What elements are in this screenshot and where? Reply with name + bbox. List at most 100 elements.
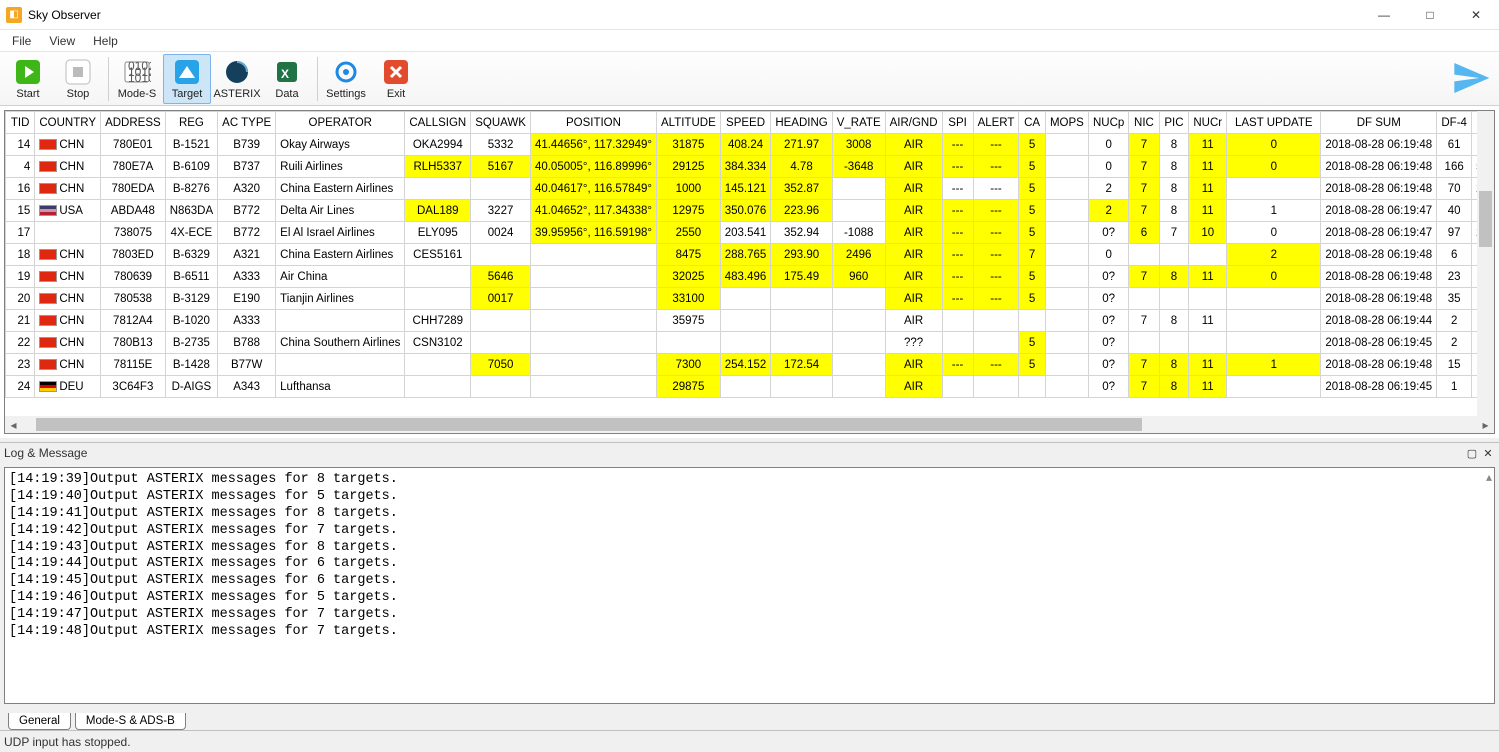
- col-header[interactable]: DF-4: [1437, 112, 1472, 134]
- maximize-button[interactable]: □: [1407, 0, 1453, 30]
- cell-vr: [832, 376, 885, 398]
- minimize-button[interactable]: —: [1361, 0, 1407, 30]
- table-row[interactable]: 24DEU3C64F3D-AIGSA343Lufthansa29875AIR0?…: [6, 376, 1494, 398]
- col-header[interactable]: AC TYPE: [218, 112, 276, 134]
- col-header[interactable]: CA: [1019, 112, 1045, 134]
- vertical-scrollbar[interactable]: [1477, 111, 1494, 416]
- stop-button[interactable]: Stop: [54, 54, 102, 104]
- horizontal-scrollbar[interactable]: ◂ ▸: [5, 416, 1494, 433]
- col-header[interactable]: PIC: [1159, 112, 1189, 134]
- tab-modes-adsb[interactable]: Mode-S & ADS-B: [75, 713, 186, 730]
- menu-help[interactable]: Help: [85, 32, 126, 50]
- cell-cs: [405, 288, 471, 310]
- cell-reg: B-6329: [165, 244, 217, 266]
- status-bar: UDP input has stopped.: [0, 730, 1499, 752]
- table-row[interactable]: 14CHN780E01B-1521B739Okay AirwaysOKA2994…: [6, 134, 1494, 156]
- table-row[interactable]: 19CHN780639B-6511A333Air China5646320254…: [6, 266, 1494, 288]
- col-header[interactable]: SPEED: [720, 112, 771, 134]
- col-header[interactable]: HEADING: [771, 112, 832, 134]
- col-header[interactable]: TID: [6, 112, 35, 134]
- table-row[interactable]: 22CHN780B13B-2735B788China Southern Airl…: [6, 332, 1494, 354]
- col-header[interactable]: LAST UPDATE: [1227, 112, 1321, 134]
- col-header[interactable]: NUCr: [1189, 112, 1227, 134]
- col-header[interactable]: COUNTRY: [35, 112, 101, 134]
- tab-general[interactable]: General: [8, 713, 71, 730]
- cell-pic: 8: [1159, 200, 1189, 222]
- cell-pos: 41.04652°, 117.34338°: [530, 200, 656, 222]
- col-header[interactable]: POSITION: [530, 112, 656, 134]
- cell-sq: 3227: [471, 200, 531, 222]
- col-header[interactable]: ALERT: [973, 112, 1019, 134]
- cell-nucr2: [1227, 288, 1321, 310]
- start-button[interactable]: Start: [4, 54, 52, 104]
- asterix-button[interactable]: ASTERIX: [213, 54, 261, 104]
- cell-spi: [942, 376, 973, 398]
- start-icon: [12, 58, 44, 86]
- table-row[interactable]: 23CHN78115EB-1428B77W70507300254.152172.…: [6, 354, 1494, 376]
- col-header[interactable]: MOPS: [1045, 112, 1088, 134]
- cell-pos: [530, 288, 656, 310]
- cell-pic: 8: [1159, 156, 1189, 178]
- target-button[interactable]: Target: [163, 54, 211, 104]
- table-row[interactable]: 4CHN780E7AB-6109B737Ruili AirlinesRLH533…: [6, 156, 1494, 178]
- col-header[interactable]: SPI: [942, 112, 973, 134]
- log-close-icon[interactable]: ✕: [1481, 446, 1495, 460]
- data-button[interactable]: XData: [263, 54, 311, 104]
- scroll-up-icon[interactable]: ▴: [1486, 470, 1492, 484]
- col-header[interactable]: ADDRESS: [101, 112, 166, 134]
- table-row[interactable]: 20CHN780538B-3129E190Tianjin Airlines001…: [6, 288, 1494, 310]
- col-header[interactable]: SQUAWK: [471, 112, 531, 134]
- target-grid[interactable]: TIDCOUNTRYADDRESSREGAC TYPEOPERATORCALLS…: [5, 111, 1494, 398]
- table-row[interactable]: 21CHN7812A4B-1020A333CHH728935975AIR0?78…: [6, 310, 1494, 332]
- col-header[interactable]: NUCp: [1088, 112, 1128, 134]
- cell-ca: 5: [1019, 332, 1045, 354]
- col-header[interactable]: V_RATE: [832, 112, 885, 134]
- col-header[interactable]: CALLSIGN: [405, 112, 471, 134]
- cell-sq: [471, 178, 531, 200]
- col-header[interactable]: REG: [165, 112, 217, 134]
- cell-alt: 7300: [657, 354, 721, 376]
- log-body[interactable]: [14:19:39]Output ASTERIX messages for 8 …: [4, 467, 1495, 704]
- cell-spd: [720, 376, 771, 398]
- table-row[interactable]: 15USAABDA48N863DAB772Delta Air LinesDAL1…: [6, 200, 1494, 222]
- cell-mops: [1045, 222, 1088, 244]
- dock-icon[interactable]: ▢: [1465, 446, 1479, 460]
- cell-hdg: 352.87: [771, 178, 832, 200]
- cell-alt: 8475: [657, 244, 721, 266]
- col-header[interactable]: OPERATOR: [276, 112, 405, 134]
- app-icon: ◧: [6, 7, 22, 23]
- close-button[interactable]: ✕: [1453, 0, 1499, 30]
- col-header[interactable]: AIR/GND: [885, 112, 942, 134]
- col-header[interactable]: NIC: [1129, 112, 1159, 134]
- menu-view[interactable]: View: [41, 32, 83, 50]
- cell-nic: [1129, 332, 1159, 354]
- col-header[interactable]: DF SUM: [1321, 112, 1437, 134]
- cell-spd: [720, 332, 771, 354]
- cell-tid: 4: [6, 156, 35, 178]
- cell-nic: 7: [1129, 354, 1159, 376]
- settings-button[interactable]: Settings: [322, 54, 370, 104]
- toolbar-label: Settings: [326, 88, 366, 100]
- cell-mops: [1045, 376, 1088, 398]
- table-row[interactable]: 16CHN780EDAB-8276A320China Eastern Airli…: [6, 178, 1494, 200]
- cell-vr: [832, 354, 885, 376]
- scroll-left-icon[interactable]: ◂: [5, 416, 22, 433]
- cell-dfs: 70: [1437, 178, 1472, 200]
- menu-file[interactable]: File: [4, 32, 39, 50]
- cell-nucp: 0?: [1088, 376, 1128, 398]
- target-grid-viewport[interactable]: TIDCOUNTRYADDRESSREGAC TYPEOPERATORCALLS…: [5, 111, 1494, 416]
- exit-button[interactable]: Exit: [372, 54, 420, 104]
- cell-dfs: 23: [1437, 266, 1472, 288]
- table-row[interactable]: 18CHN7803EDB-6329A321China Eastern Airli…: [6, 244, 1494, 266]
- cell-alt: 29875: [657, 376, 721, 398]
- modes-button[interactable]: 010110101000101011Mode-S: [113, 54, 161, 104]
- flag-icon: [39, 271, 57, 282]
- cell-ac: A333: [218, 266, 276, 288]
- col-header[interactable]: ALTITUDE: [657, 112, 721, 134]
- cell-cs: CHH7289: [405, 310, 471, 332]
- cell-ag: AIR: [885, 156, 942, 178]
- cell-cs: [405, 376, 471, 398]
- cell-ca: 5: [1019, 288, 1045, 310]
- scroll-right-icon[interactable]: ▸: [1477, 416, 1494, 433]
- table-row[interactable]: 177380754X-ECEB772El Al Israel AirlinesE…: [6, 222, 1494, 244]
